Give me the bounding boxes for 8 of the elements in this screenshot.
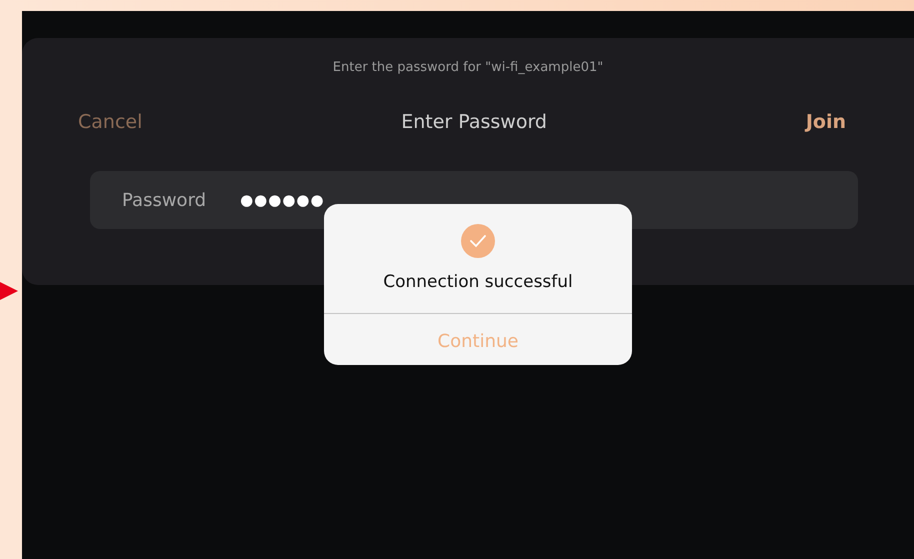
join-button[interactable]: Join: [806, 108, 846, 136]
field-label: Password: [122, 188, 206, 212]
dialog-title: Enter Password: [401, 110, 547, 134]
alert-message: Connection successful: [383, 271, 573, 294]
masked-password: ●●●●●●: [240, 190, 325, 211]
arrow-icon: [0, 282, 18, 300]
check-icon: [461, 224, 495, 258]
prompt-text: Enter the password for "wi-fi_example01": [332, 59, 604, 77]
